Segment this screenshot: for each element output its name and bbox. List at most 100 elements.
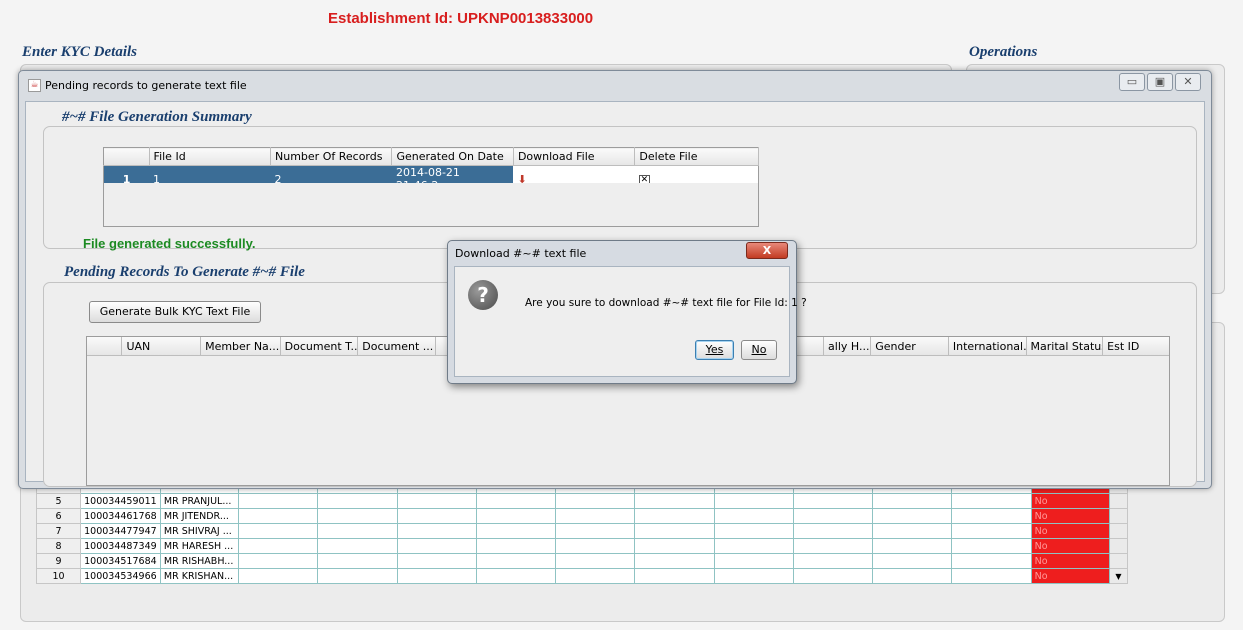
data-cell[interactable] — [634, 553, 715, 569]
member-name-cell[interactable]: MR HARESH ... — [159, 538, 240, 554]
status-cell[interactable]: No — [1030, 538, 1110, 554]
data-cell[interactable] — [396, 493, 477, 509]
data-cell[interactable] — [555, 508, 636, 524]
data-cell[interactable] — [713, 523, 794, 539]
summary-col-records[interactable]: Number Of Records — [270, 147, 393, 166]
data-cell[interactable] — [317, 568, 398, 584]
no-button[interactable]: No — [741, 340, 777, 360]
row-number[interactable]: 8 — [35, 538, 82, 554]
summary-col-download[interactable]: Download File — [513, 147, 636, 166]
status-cell[interactable]: No — [1030, 553, 1110, 569]
data-cell[interactable] — [634, 523, 715, 539]
scrollbar-cell[interactable] — [1108, 538, 1129, 554]
data-cell[interactable] — [872, 553, 953, 569]
uan-cell[interactable]: 100034477947 — [80, 523, 161, 539]
row-number[interactable]: 6 — [35, 508, 82, 524]
scroll-down-icon[interactable]: ▼ — [1115, 572, 1121, 581]
data-cell[interactable] — [713, 508, 794, 524]
data-cell[interactable] — [238, 568, 319, 584]
data-cell[interactable] — [713, 553, 794, 569]
data-cell[interactable] — [238, 493, 319, 509]
status-cell[interactable]: No — [1030, 508, 1110, 524]
uan-cell[interactable]: 100034517684 — [80, 553, 161, 569]
data-cell[interactable] — [634, 508, 715, 524]
data-cell[interactable] — [317, 553, 398, 569]
close-icon[interactable]: ✕ — [1175, 73, 1201, 91]
table-row[interactable]: 8 100034487349 MR HARESH ... No — [35, 538, 1129, 554]
data-cell[interactable] — [317, 508, 398, 524]
data-cell[interactable] — [872, 523, 953, 539]
data-cell[interactable] — [238, 523, 319, 539]
uan-cell[interactable]: 100034534966 — [80, 568, 161, 584]
pending-col-physically-handicapped[interactable]: ally H... — [824, 337, 872, 355]
data-cell[interactable] — [317, 493, 398, 509]
data-cell[interactable] — [792, 553, 874, 569]
yes-button[interactable]: Yes — [695, 340, 734, 360]
pending-col-gender[interactable]: Gender — [871, 337, 949, 355]
member-name-cell[interactable]: MR RISHABH... — [159, 553, 240, 569]
data-cell[interactable] — [396, 568, 477, 584]
pending-col-member-name[interactable]: Member Na... — [201, 337, 281, 355]
table-row[interactable]: 5 100034459011 MR PRANJUL... No — [35, 493, 1129, 509]
data-cell[interactable] — [713, 568, 794, 584]
data-cell[interactable] — [713, 493, 794, 509]
data-cell[interactable] — [396, 553, 477, 569]
summary-col-delete[interactable]: Delete File — [634, 147, 759, 166]
data-cell[interactable] — [792, 538, 874, 554]
data-cell[interactable] — [555, 523, 636, 539]
data-cell[interactable] — [555, 553, 636, 569]
pending-col-uan[interactable]: UAN — [122, 337, 202, 355]
uan-cell[interactable]: 100034459011 — [80, 493, 161, 509]
data-cell[interactable] — [555, 538, 636, 554]
generate-bulk-kyc-button[interactable]: Generate Bulk KYC Text File — [89, 301, 261, 323]
uan-cell[interactable]: 100034461768 — [80, 508, 161, 524]
pending-col-document-type[interactable]: Document T... — [281, 337, 359, 355]
data-cell[interactable] — [792, 568, 874, 584]
uan-cell[interactable]: 100034487349 — [80, 538, 161, 554]
table-row[interactable]: 6 100034461768 MR JITENDR... No — [35, 508, 1129, 524]
status-cell[interactable]: No — [1030, 523, 1110, 539]
data-cell[interactable] — [475, 523, 557, 539]
data-cell[interactable] — [396, 508, 477, 524]
data-cell[interactable] — [396, 538, 477, 554]
row-number[interactable]: 5 — [35, 493, 82, 509]
data-cell[interactable] — [951, 493, 1032, 509]
scrollbar-cell[interactable] — [1108, 508, 1129, 524]
data-cell[interactable] — [951, 523, 1032, 539]
data-cell[interactable] — [317, 523, 398, 539]
data-cell[interactable] — [475, 553, 557, 569]
data-cell[interactable] — [317, 538, 398, 554]
scrollbar-cell[interactable] — [1108, 493, 1129, 509]
row-number[interactable]: 9 — [35, 553, 82, 569]
scrollbar-cell[interactable]: ▼ — [1108, 568, 1129, 584]
maximize-icon[interactable]: ▣ — [1147, 73, 1173, 91]
dialog-close-button[interactable]: X — [746, 242, 788, 259]
data-cell[interactable] — [555, 568, 636, 584]
data-cell[interactable] — [396, 523, 477, 539]
minimize-icon[interactable]: ▭ — [1119, 73, 1145, 91]
member-name-cell[interactable]: MR SHIVRAJ ... — [159, 523, 240, 539]
data-cell[interactable] — [475, 538, 557, 554]
data-cell[interactable] — [238, 508, 319, 524]
data-cell[interactable] — [951, 568, 1032, 584]
data-cell[interactable] — [951, 553, 1032, 569]
data-cell[interactable] — [792, 493, 874, 509]
data-cell[interactable] — [475, 508, 557, 524]
data-cell[interactable] — [872, 493, 953, 509]
data-cell[interactable] — [951, 508, 1032, 524]
data-cell[interactable] — [951, 538, 1032, 554]
member-name-cell[interactable]: MR PRANJUL... — [159, 493, 240, 509]
data-cell[interactable] — [238, 553, 319, 569]
pending-col-marital-status[interactable]: Marital Status — [1027, 337, 1104, 355]
data-cell[interactable] — [713, 538, 794, 554]
row-number[interactable]: 10 — [35, 568, 82, 584]
summary-col-date[interactable]: Generated On Date — [391, 147, 514, 166]
scrollbar-cell[interactable] — [1108, 553, 1129, 569]
table-row[interactable]: 9 100034517684 MR RISHABH... No — [35, 553, 1129, 569]
scrollbar-cell[interactable] — [1108, 523, 1129, 539]
data-cell[interactable] — [634, 493, 715, 509]
data-cell[interactable] — [872, 508, 953, 524]
data-cell[interactable] — [238, 538, 319, 554]
table-row[interactable]: 10 100034534966 MR KRISHAN... No ▼ — [35, 568, 1129, 584]
pending-col-est-id[interactable]: Est ID — [1103, 337, 1169, 355]
